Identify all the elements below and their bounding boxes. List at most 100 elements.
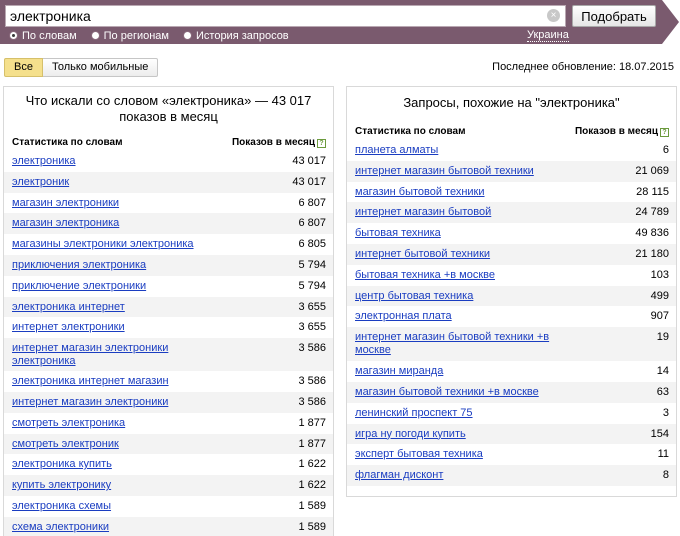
phrase-link[interactable]: магазин электроника — [12, 217, 119, 230]
phrase-link[interactable]: электроника интернет магазин — [12, 375, 169, 388]
phrase-link[interactable]: интернет бытовой техники — [355, 248, 490, 261]
impressions-count: 5 794 — [298, 279, 326, 292]
phrase-link[interactable]: эксперт бытовая техника — [355, 448, 483, 461]
impressions-count: 6 807 — [298, 196, 326, 209]
help-icon[interactable]: ? — [660, 128, 669, 137]
table-row: игра ну погоди купить 154 — [347, 423, 676, 445]
impressions-count: 6 — [662, 144, 669, 156]
table-row: смотреть электроника 1 877 — [4, 413, 333, 434]
radio-icon[interactable] — [90, 31, 100, 40]
table-row: интернет магазин электроники 3 586 — [4, 391, 333, 413]
impressions-count: 6 807 — [298, 217, 326, 230]
table-row: интернет бытовой техники 21 180 — [347, 243, 676, 265]
phrase-link[interactable]: интернет магазин бытовой техники — [355, 165, 534, 178]
phrase-link[interactable]: магазин бытовой техники — [355, 186, 485, 199]
impressions-count: 1 877 — [298, 437, 326, 450]
impressions-count: 3 586 — [298, 375, 326, 388]
help-icon[interactable]: ? — [317, 139, 326, 148]
word-stats-title: Что искали со словом «электроника» — 43 … — [25, 93, 312, 124]
submit-button[interactable]: Подобрать — [572, 5, 656, 27]
phrase-link[interactable]: магазин бытовой техники +в москве — [355, 386, 539, 399]
table-row: планета алматы 6 — [347, 140, 676, 161]
phrase-link[interactable]: электроника — [12, 155, 76, 168]
phrase-link[interactable]: интернет магазин электроники электроника — [12, 342, 217, 367]
phrase-link[interactable]: смотреть электроник — [12, 438, 119, 451]
phrase-link[interactable]: электроника интернет — [12, 301, 125, 314]
impressions-count: 28 115 — [636, 185, 669, 198]
impressions-count: 19 — [656, 331, 669, 344]
mode-history-label: История запросов — [196, 29, 289, 42]
phrase-link[interactable]: смотреть электроника — [12, 417, 125, 430]
impressions-count: 3 586 — [298, 395, 326, 408]
phrase-link[interactable]: интернет магазин бытовой техники +в моск… — [355, 331, 560, 356]
table-row: интернет электроники 3 655 — [4, 317, 333, 338]
search-box[interactable]: × — [5, 5, 566, 27]
impressions-count: 6 805 — [298, 238, 326, 251]
filter-all-button[interactable]: Все — [4, 58, 43, 77]
phrase-link[interactable]: ленинский проспект 75 — [355, 407, 473, 420]
phrase-link[interactable]: приключения электроника — [12, 259, 146, 272]
table-row: интернет магазин электроники электроника… — [4, 338, 333, 372]
impressions-count: 11 — [657, 448, 669, 461]
impressions-count: 3 655 — [298, 300, 326, 313]
word-stats-list: электроника 43 017 электроник 43 017 магазин… — [4, 151, 333, 536]
phrase-link[interactable]: схема электроники — [12, 521, 109, 534]
phrase-link[interactable]: центр бытовая техника — [355, 290, 473, 303]
table-row: смотреть электроник 1 877 — [4, 433, 333, 455]
impressions-count: 21 069 — [635, 164, 669, 177]
mode-by-regions[interactable]: По регионам — [90, 30, 169, 42]
impressions-count: 1 622 — [298, 458, 326, 471]
mode-by-words-label: По словам — [22, 29, 77, 42]
col-words-header: Статистика по словам — [355, 126, 466, 137]
impressions-count: 1 877 — [298, 416, 326, 429]
impressions-count: 103 — [650, 268, 669, 281]
phrase-link[interactable]: интернет магазин бытовой — [355, 206, 491, 219]
impressions-count: 43 017 — [292, 175, 326, 188]
filter-mobile-button[interactable]: Только мобильные — [42, 58, 159, 77]
search-input[interactable] — [6, 6, 536, 26]
table-row: бытовая техника +в москве 103 — [347, 265, 676, 286]
phrase-link[interactable]: приключение электроники — [12, 280, 146, 293]
mode-by-words[interactable]: По словам — [9, 30, 77, 42]
impressions-count: 1 622 — [298, 479, 326, 492]
phrase-link[interactable]: электроника купить — [12, 458, 112, 471]
phrase-link[interactable]: электроник — [12, 176, 69, 189]
table-row: магазины электроники электроника 6 805 — [4, 234, 333, 255]
word-stats-panel: Что искали со словом «электроника» — 43 … — [3, 86, 334, 536]
impressions-count: 43 017 — [292, 155, 326, 167]
impressions-count: 63 — [656, 385, 669, 398]
phrase-link[interactable]: магазин миранда — [355, 365, 443, 378]
phrase-link[interactable]: планета алматы — [355, 144, 438, 157]
mode-selector: По словам По регионам История запросов — [9, 29, 303, 42]
phrase-link[interactable]: бытовая техника +в москве — [355, 269, 495, 282]
phrase-link[interactable]: магазины электроники электроника — [12, 238, 194, 251]
phrase-link[interactable]: магазин электроники — [12, 197, 119, 210]
phrase-link[interactable]: бытовая техника — [355, 227, 441, 240]
word-stats-header: Статистика по словам Показов в месяц? — [4, 134, 333, 151]
table-row: центр бытовая техника 499 — [347, 285, 676, 307]
phrase-link[interactable]: игра ну погоди купить — [355, 428, 466, 441]
impressions-count: 5 794 — [298, 258, 326, 271]
radio-selected-icon[interactable] — [9, 31, 18, 40]
similar-queries-title: Запросы, похожие на "электроника" — [403, 95, 620, 110]
table-row: электроника интернет магазин 3 586 — [4, 371, 333, 392]
impressions-count: 499 — [650, 289, 669, 302]
table-row: магазин электроники 6 807 — [4, 193, 333, 214]
table-row: бытовая техника 49 836 — [347, 223, 676, 244]
impressions-count: 154 — [650, 427, 669, 440]
region-link[interactable]: Украина — [527, 29, 569, 42]
phrase-link[interactable]: электроника схемы — [12, 500, 111, 513]
phrase-link[interactable]: флагман дисконт — [355, 469, 443, 482]
phrase-link[interactable]: купить электронику — [12, 479, 111, 492]
impressions-count: 21 180 — [635, 247, 669, 260]
table-row: приключения электроника 5 794 — [4, 254, 333, 276]
table-row: электронная плата 907 — [347, 306, 676, 327]
phrase-link[interactable]: интернет электроники — [12, 321, 125, 334]
phrase-link[interactable]: электронная плата — [355, 310, 452, 323]
table-row: купить электронику 1 622 — [4, 475, 333, 496]
radio-icon[interactable] — [183, 31, 192, 40]
col-count-header: Показов в месяц? — [575, 123, 669, 140]
phrase-link[interactable]: интернет магазин электроники — [12, 396, 168, 409]
mode-history[interactable]: История запросов — [183, 30, 289, 42]
clear-icon[interactable]: × — [547, 9, 560, 22]
